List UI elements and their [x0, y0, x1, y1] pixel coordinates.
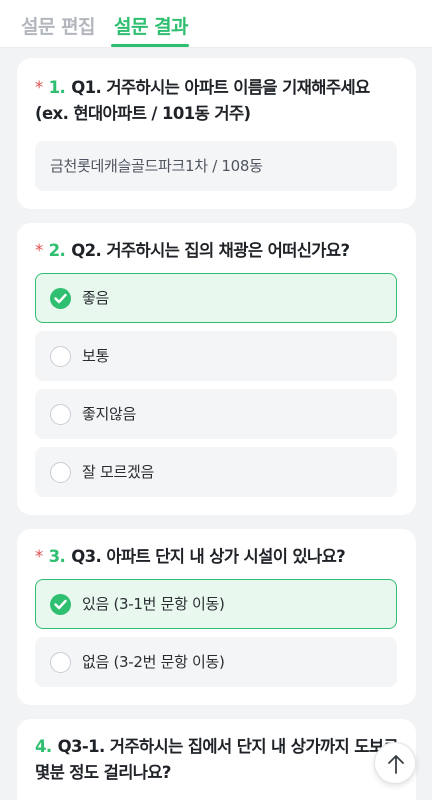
required-mark: *: [35, 241, 43, 260]
active-tab-indicator: [111, 44, 189, 47]
question-number: 3.: [48, 547, 66, 566]
option-label: 있음 (3-1번 문항 이동): [82, 595, 225, 613]
question-card-1: * 1. Q1. 거주하시는 아파트 이름을 기재해주세요 (ex. 현대아파트 /…: [17, 58, 416, 209]
question-title-2: * 2. Q2. 거주하시는 집의 채광은 어떠신가요?: [35, 238, 398, 264]
option-label: 좋지않음: [82, 405, 137, 423]
option-label: 잘 모르겠음: [82, 463, 154, 481]
question-title-4: 4. Q3-1. 거주하시는 집에서 단지 내 상가까지 도보로 몇분 정도 걸리…: [35, 734, 399, 786]
question-card-4: 4. Q3-1. 거주하시는 집에서 단지 내 상가까지 도보로 몇분 정도 걸리…: [17, 719, 416, 800]
question-card-2: * 2. Q2. 거주하시는 집의 채광은 어떠신가요? 좋음 보통 좋지않음 잘 …: [17, 223, 416, 515]
question-text: Q3. 아파트 단지 내 상가 시설이 있나요?: [71, 547, 346, 566]
option-not-good[interactable]: 좋지않음: [35, 389, 397, 439]
text-answer-field[interactable]: 금천롯데캐슬골드파크1차 / 108동: [35, 141, 397, 191]
question-number: 4.: [35, 737, 52, 756]
tab-survey-edit[interactable]: 설문 편집: [21, 12, 96, 48]
required-mark: *: [35, 78, 43, 97]
option-not-sure[interactable]: 잘 모르겠음: [35, 447, 397, 497]
option-label: 보통: [82, 347, 110, 365]
question-text: Q1. 거주하시는 아파트 이름을 기재해주세요 (ex. 현대아파트 / 10…: [35, 78, 370, 123]
radio-empty-icon: [50, 346, 71, 367]
question-title-1: * 1. Q1. 거주하시는 아파트 이름을 기재해주세요 (ex. 현대아파트 /…: [35, 75, 398, 127]
option-good[interactable]: 좋음: [35, 273, 397, 323]
option-label: 좋음: [82, 289, 110, 307]
question-card-3: * 3. Q3. 아파트 단지 내 상가 시설이 있나요? 있음 (3-1번 문항 …: [17, 529, 416, 705]
radio-empty-icon: [50, 462, 71, 483]
question-number: 1.: [48, 78, 66, 97]
option-normal[interactable]: 보통: [35, 331, 397, 381]
check-icon: [50, 594, 71, 615]
tab-survey-result[interactable]: 설문 결과: [114, 12, 189, 48]
question-text: Q2. 거주하시는 집의 채광은 어떠신가요?: [71, 241, 350, 260]
required-mark: *: [35, 547, 43, 566]
radio-empty-icon: [50, 404, 71, 425]
tab-bar: 설문 편집 설문 결과: [0, 0, 432, 48]
question-title-3: * 3. Q3. 아파트 단지 내 상가 시설이 있나요?: [35, 544, 398, 570]
question-number: 2.: [48, 241, 66, 260]
question-text: Q3-1. 거주하시는 집에서 단지 내 상가까지 도보로 몇분 정도 걸리나요…: [35, 737, 399, 782]
option-no[interactable]: 없음 (3-2번 문항 이동): [35, 637, 397, 687]
option-label: 없음 (3-2번 문항 이동): [82, 653, 225, 671]
arrow-up-icon: [388, 755, 404, 774]
scroll-to-top-button[interactable]: [374, 742, 416, 784]
option-yes[interactable]: 있음 (3-1번 문항 이동): [35, 579, 397, 629]
radio-empty-icon: [50, 652, 71, 673]
check-icon: [50, 288, 71, 309]
